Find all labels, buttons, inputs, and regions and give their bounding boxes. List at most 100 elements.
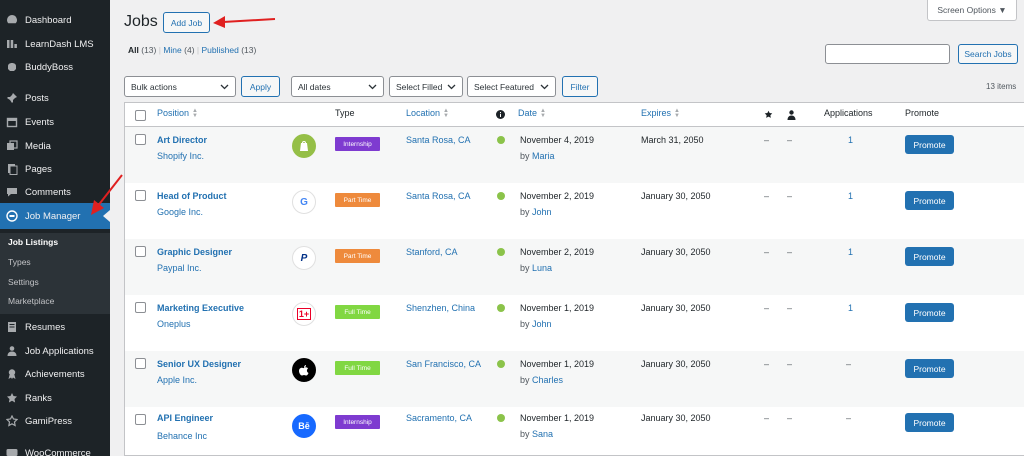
column-expires[interactable]: Expires ▲ ▼ (641, 108, 680, 119)
admin-sidebar: Dashboard LearnDash LMS BuddyBoss Posts … (0, 0, 110, 456)
company-link[interactable]: Behance Inc (157, 431, 207, 441)
applications-count[interactable]: 1 (848, 191, 853, 201)
promote-button[interactable]: Promote (905, 303, 954, 322)
featured-value: – (764, 135, 770, 145)
menu-dashboard-label: Dashboard (25, 14, 72, 26)
dashboard-icon (5, 13, 19, 27)
featured-value: – (764, 359, 770, 369)
buddyboss-icon (5, 60, 19, 74)
job-title-link[interactable]: Graphic Designer (157, 247, 232, 257)
applications-count[interactable]: 1 (848, 247, 853, 257)
menu-comments-label: Comments (25, 186, 71, 198)
menu-resumes[interactable]: Resumes (0, 317, 110, 337)
menu-gamipress-label: GamiPress (25, 415, 72, 427)
company-link[interactable]: Apple Inc. (157, 375, 197, 385)
applications-count[interactable]: 1 (848, 135, 853, 145)
menu-achievements[interactable]: Achievements (0, 364, 110, 384)
column-date-label: Date (518, 108, 538, 118)
column-position[interactable]: Position ▲ ▼ (157, 108, 198, 119)
expires-date: March 31, 2050 (641, 135, 704, 145)
location-link[interactable]: Santa Rosa, CA (406, 135, 471, 145)
company-link[interactable]: Shopify Inc. (157, 151, 204, 161)
menu-events[interactable]: Events (0, 112, 110, 132)
company-link[interactable]: Paypal Inc. (157, 263, 202, 273)
expires-date: January 30, 2050 (641, 247, 711, 257)
location-link[interactable]: Santa Rosa, CA (406, 191, 471, 201)
job-title-link[interactable]: Head of Product (157, 191, 227, 201)
job-manager-icon (5, 209, 19, 223)
menu-learndash-label: LearnDash LMS (25, 38, 94, 50)
screen-options-button[interactable]: Screen Options ▼ (927, 0, 1017, 21)
promote-button[interactable]: Promote (905, 191, 954, 210)
column-date[interactable]: Date ▲ ▼ (518, 108, 546, 119)
expires-date: January 30, 2050 (641, 191, 711, 201)
location-link[interactable]: Sacramento, CA (406, 413, 472, 423)
view-all[interactable]: All (128, 45, 139, 55)
row-checkbox[interactable] (135, 190, 146, 201)
job-title-link[interactable]: Marketing Executive (157, 303, 244, 313)
posted-date: November 2, 2019 (520, 191, 595, 201)
company-link[interactable]: Oneplus (157, 319, 191, 329)
row-checkbox[interactable] (135, 302, 146, 313)
check-icon (497, 136, 505, 144)
submenu-job-listings[interactable]: Job Listings (8, 237, 58, 247)
location-link[interactable]: Stanford, CA (406, 247, 458, 257)
row-checkbox[interactable] (135, 358, 146, 369)
filter-button[interactable]: Filter (562, 76, 598, 97)
menu-gamipress[interactable]: GamiPress (0, 411, 110, 431)
submenu-types[interactable]: Types (8, 257, 31, 267)
menu-woocommerce-label: WooCommerce (25, 447, 91, 456)
menu-dashboard[interactable]: Dashboard (0, 10, 110, 30)
menu-job-applications[interactable]: Job Applications (0, 341, 110, 361)
submenu-marketplace[interactable]: Marketplace (8, 296, 54, 306)
filled-select[interactable]: Select Filled (389, 76, 463, 97)
menu-buddyboss[interactable]: BuddyBoss (0, 57, 110, 77)
featured-select[interactable]: Select Featured (467, 76, 556, 97)
menu-media[interactable]: Media (0, 136, 110, 156)
apply-button[interactable]: Apply (241, 76, 280, 97)
menu-woocommerce[interactable]: WooCommerce (0, 443, 110, 456)
search-jobs-button[interactable]: Search Jobs (958, 44, 1018, 64)
submenu-settings[interactable]: Settings (8, 277, 39, 287)
annotation-arrow-icon (213, 16, 276, 28)
row-checkbox[interactable] (135, 414, 146, 425)
menu-ranks[interactable]: Ranks (0, 388, 110, 408)
column-expires-label: Expires (641, 108, 672, 118)
author-link[interactable]: Sana (532, 429, 553, 439)
view-published[interactable]: Published (201, 45, 238, 55)
applications-count: – (846, 359, 852, 369)
company-link[interactable]: Google Inc. (157, 207, 203, 217)
author-link[interactable]: John (532, 319, 552, 329)
search-input[interactable] (825, 44, 950, 64)
author-link[interactable]: John (532, 207, 552, 217)
view-mine[interactable]: Mine (163, 45, 181, 55)
promote-button[interactable]: Promote (905, 413, 954, 432)
posted-by: by John (520, 319, 552, 329)
job-title-link[interactable]: Senior UX Designer (157, 359, 241, 369)
location-link[interactable]: Shenzhen, China (406, 303, 475, 313)
job-title-link[interactable]: API Engineer (157, 413, 213, 423)
dates-select[interactable]: All dates (291, 76, 384, 97)
promote-button[interactable]: Promote (905, 135, 954, 154)
promote-button[interactable]: Promote (905, 247, 954, 266)
featured-value: – (764, 303, 770, 313)
author-link[interactable]: Maria (532, 151, 555, 161)
author-link[interactable]: Luna (532, 263, 552, 273)
view-filters: All (13) | Mine (4) | Published (13) (128, 45, 257, 55)
job-title-link[interactable]: Art Director (157, 135, 207, 145)
applications-icon (5, 344, 19, 358)
select-all-checkbox[interactable] (135, 110, 146, 121)
menu-posts[interactable]: Posts (0, 88, 110, 108)
check-icon (497, 248, 505, 256)
applications-count[interactable]: 1 (848, 303, 853, 313)
column-location[interactable]: Location ▲ ▼ (406, 108, 449, 119)
location-link[interactable]: San Francisco, CA (406, 359, 481, 369)
add-job-button[interactable]: Add Job (163, 12, 210, 33)
promote-button[interactable]: Promote (905, 359, 954, 378)
bulk-actions-select[interactable]: Bulk actions (124, 76, 236, 97)
author-link[interactable]: Charles (532, 375, 563, 385)
menu-learndash[interactable]: LearnDash LMS (0, 34, 110, 54)
table-row: API Engineer Behance Inc Bē Internship S… (125, 407, 1024, 456)
row-checkbox[interactable] (135, 134, 146, 145)
row-checkbox[interactable] (135, 246, 146, 257)
